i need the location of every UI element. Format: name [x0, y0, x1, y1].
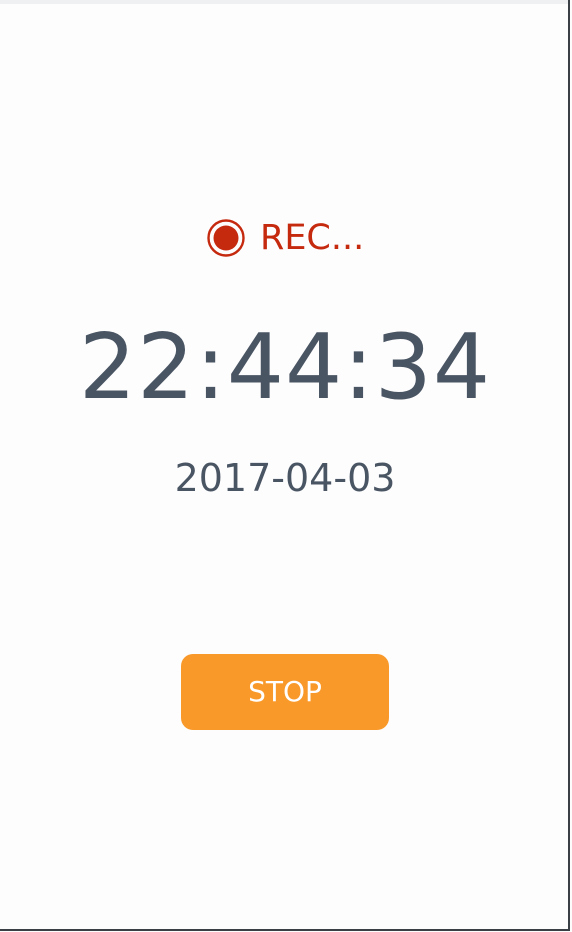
stop-button[interactable]: STOP: [181, 654, 389, 730]
current-time: 22:44:34: [78, 315, 492, 420]
top-divider: [0, 0, 568, 4]
recording-label: REC...: [260, 218, 365, 258]
current-date: 2017-04-03: [174, 456, 396, 500]
record-icon: [207, 219, 245, 257]
recorder-screen: REC... 22:44:34 2017-04-03 STOP: [0, 0, 570, 931]
recording-status: REC...: [206, 218, 364, 258]
